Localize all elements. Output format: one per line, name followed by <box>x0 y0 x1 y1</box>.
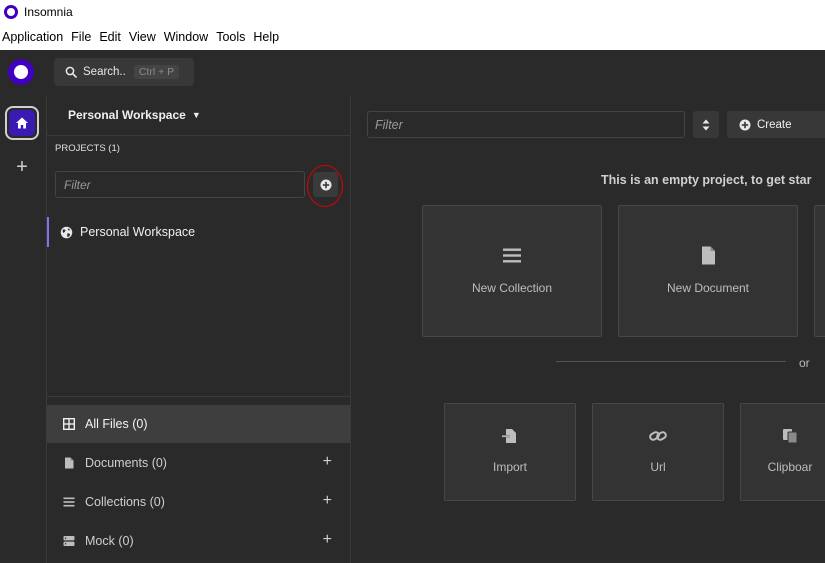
card-label: New Collection <box>471 281 553 295</box>
file-filter-input[interactable] <box>367 111 685 138</box>
create-button[interactable]: Create <box>727 111 825 138</box>
project-filter-input[interactable] <box>55 171 305 198</box>
menu-application[interactable]: Application <box>0 30 67 44</box>
url-card[interactable]: Url <box>592 403 724 501</box>
list-icon <box>63 497 75 507</box>
list-icon <box>503 248 521 263</box>
workspace-dropdown[interactable]: Personal Workspace ▼ <box>47 95 350 136</box>
clipboard-icon <box>783 429 798 444</box>
new-collection-card[interactable]: New Collection <box>422 205 602 337</box>
search-shortcut: Ctrl + P <box>133 65 180 79</box>
menu-view[interactable]: View <box>127 30 160 44</box>
nav-all-files[interactable]: All Files (0) <box>47 405 350 443</box>
menu-help[interactable]: Help <box>251 30 283 44</box>
empty-project-message: This is an empty project, to get star <box>601 173 812 187</box>
card-label: New Document <box>666 281 750 295</box>
clipboard-card[interactable]: Clipboar <box>740 403 825 501</box>
server-icon <box>63 536 75 546</box>
search-button[interactable]: Search.. Ctrl + P <box>54 58 194 86</box>
import-icon <box>502 429 516 443</box>
window-title: Insomnia <box>24 5 73 19</box>
card-label: Import <box>492 460 527 474</box>
app-header: Search.. Ctrl + P <box>0 50 825 96</box>
sort-icon <box>702 119 710 130</box>
nav-collections[interactable]: Collections (0) + <box>47 483 350 521</box>
left-rail: + <box>0 95 47 563</box>
globe-icon <box>60 226 73 238</box>
home-icon <box>16 117 28 129</box>
menu-file[interactable]: File <box>69 30 95 44</box>
workspace-title: Personal Workspace <box>68 108 186 122</box>
search-icon <box>65 66 77 78</box>
annotation-circle <box>307 165 343 207</box>
menu-edit[interactable]: Edit <box>97 30 125 44</box>
link-icon <box>649 431 667 441</box>
document-icon <box>65 457 74 469</box>
caret-down-icon: ▼ <box>191 110 201 120</box>
project-item-personal-workspace[interactable]: Personal Workspace <box>47 217 350 247</box>
document-icon <box>701 246 715 265</box>
nav-label: Collections (0) <box>85 495 165 509</box>
active-indicator <box>47 217 49 247</box>
home-button[interactable] <box>5 106 39 140</box>
insomnia-logo-icon <box>4 5 18 19</box>
nav-label: Mock (0) <box>85 534 134 548</box>
add-collection-button[interactable]: + <box>323 492 332 510</box>
grid-icon <box>63 418 75 430</box>
project-label: Personal Workspace <box>80 225 196 239</box>
add-document-button[interactable]: + <box>323 453 332 471</box>
menu-bar: Application File Edit View Window Tools … <box>0 24 825 50</box>
divider <box>47 396 350 397</box>
projects-label: PROJECTS (1) <box>55 143 120 154</box>
insomnia-logo-icon[interactable] <box>8 59 34 85</box>
nav-documents[interactable]: Documents (0) + <box>47 444 350 482</box>
nav-label: Documents (0) <box>85 456 167 470</box>
plus-circle-icon <box>739 119 751 130</box>
card-label: Url <box>650 460 666 474</box>
nav-mock[interactable]: Mock (0) + <box>47 522 350 560</box>
divider-line <box>556 361 786 362</box>
search-label: Search.. <box>83 66 126 78</box>
add-organization-button[interactable]: + <box>12 157 32 177</box>
menu-tools[interactable]: Tools <box>214 30 249 44</box>
title-bar: Insomnia <box>0 0 825 24</box>
main-panel: Create This is an empty project, to get … <box>351 95 825 563</box>
add-mock-button[interactable]: + <box>323 531 332 549</box>
partial-card[interactable] <box>814 205 825 337</box>
menu-window[interactable]: Window <box>162 30 212 44</box>
or-label: or <box>799 356 810 370</box>
sidebar: Personal Workspace ▼ PROJECTS (1) Person… <box>47 95 351 563</box>
import-card[interactable]: Import <box>444 403 576 501</box>
new-document-card[interactable]: New Document <box>618 205 798 337</box>
nav-label: All Files (0) <box>85 417 148 431</box>
card-label: Clipboar <box>767 460 813 474</box>
sort-button[interactable] <box>693 111 719 138</box>
create-label: Create <box>757 118 792 131</box>
